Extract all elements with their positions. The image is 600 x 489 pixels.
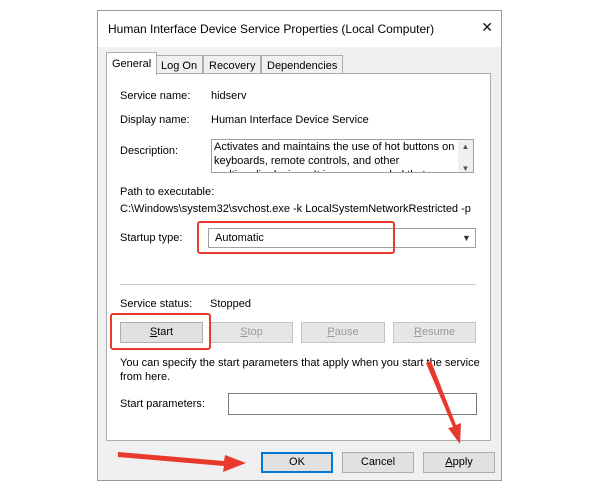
tab-general[interactable]: General xyxy=(106,52,158,75)
annotation-arrows xyxy=(118,361,461,472)
annotation-arrow-apply-icon xyxy=(426,361,461,444)
annotation-arrow-ok-icon xyxy=(118,452,246,472)
